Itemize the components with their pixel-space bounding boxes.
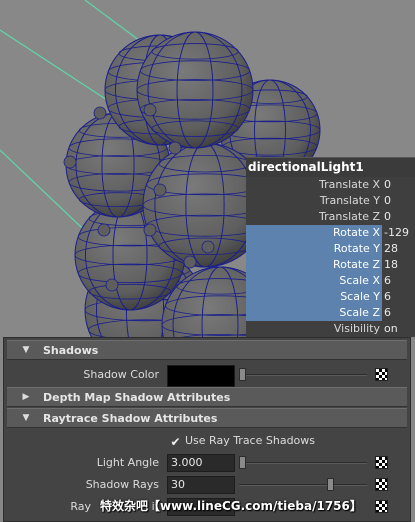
watermark-text: 特效杂吧【www.lineCG.com/tieba/1756】 xyxy=(100,499,362,513)
triangle-right-icon[interactable]: ▶ xyxy=(19,388,33,407)
raytrace-frame-header[interactable]: ▼ Raytrace Shadow Attributes xyxy=(7,408,407,428)
light-angle-label: Light Angle xyxy=(96,456,159,469)
small-sphere xyxy=(183,255,197,269)
depth-map-frame-label: Depth Map Shadow Attributes xyxy=(43,391,231,404)
shadows-frame-header[interactable]: ▼ Shadows xyxy=(7,340,407,360)
channel-box-rows: Translate X 0 Translate Y 0 Translate Z 0 Rota… xyxy=(246,177,415,337)
channel-box: directionalLight1 Translate X 0 Translate … xyxy=(246,157,415,337)
depth-map-frame-header[interactable]: ▶ Depth Map Shadow Attributes xyxy=(7,387,407,407)
shadow-color-slider-handle[interactable] xyxy=(239,368,246,381)
channel-box-title: directionalLight1 xyxy=(246,158,415,177)
channel-value[interactable]: on xyxy=(383,321,415,337)
channel-value[interactable]: 0 xyxy=(383,177,415,193)
channel-value[interactable]: 18 xyxy=(383,257,415,273)
channel-label[interactable]: Rotate Z xyxy=(246,257,382,273)
checker-map-icon[interactable] xyxy=(375,500,388,513)
channel-row-scale-x[interactable]: Scale X6 xyxy=(246,273,415,289)
checker-map-icon[interactable] xyxy=(375,456,388,469)
use-ray-trace-checkbox-wrap[interactable]: ✔ Use Ray Trace Shadows xyxy=(169,433,315,449)
small-sphere xyxy=(63,155,77,169)
small-sphere xyxy=(97,223,111,237)
use-ray-trace-row: ✔ Use Ray Trace Shadows xyxy=(7,430,407,452)
shadow-color-swatch[interactable] xyxy=(167,365,235,387)
attribute-editor-panel: ▼ Shadows Shadow Color ▶ Depth Map Shado… xyxy=(3,337,411,522)
small-sphere xyxy=(201,240,215,254)
small-sphere xyxy=(143,223,157,237)
checker-map-icon[interactable] xyxy=(375,478,388,491)
channel-label[interactable]: Rotate X xyxy=(246,225,382,241)
small-sphere xyxy=(93,106,107,120)
sphere-mesh[interactable] xyxy=(136,31,254,149)
channel-label[interactable]: Scale Z xyxy=(246,305,382,321)
channel-row-rotate-x[interactable]: Rotate X -129 xyxy=(246,225,415,241)
channel-row-rotate-y[interactable]: Rotate Y 28 xyxy=(246,241,415,257)
checker-map-icon[interactable] xyxy=(375,368,388,381)
small-sphere xyxy=(105,278,119,292)
channel-label[interactable]: Translate X xyxy=(246,177,382,193)
channel-label[interactable]: Translate Y xyxy=(246,193,382,209)
ray-depth-limit-label-start: Ray xyxy=(70,500,91,513)
shadow-rays-slider-handle[interactable] xyxy=(327,478,334,491)
channel-row-translate-z[interactable]: Translate Z0 xyxy=(246,209,415,225)
light-angle-slider-handle[interactable] xyxy=(239,456,246,469)
small-sphere xyxy=(168,141,182,155)
light-angle-slider[interactable] xyxy=(239,456,367,469)
shadows-frame-label: Shadows xyxy=(43,344,99,357)
channel-value[interactable]: 28 xyxy=(383,241,415,257)
channel-value[interactable]: 6 xyxy=(383,305,415,321)
channel-value[interactable]: 6 xyxy=(383,273,415,289)
channel-row-rotate-z[interactable]: Rotate Z 18 xyxy=(246,257,415,273)
small-sphere xyxy=(143,103,157,117)
triangle-down-icon[interactable]: ▼ xyxy=(19,341,33,360)
shadow-color-row: Shadow Color xyxy=(7,364,407,387)
channel-row-scale-y[interactable]: Scale Y6 xyxy=(246,289,415,305)
channel-label[interactable]: Translate Z xyxy=(246,209,382,225)
shadow-rays-slider[interactable] xyxy=(239,478,367,491)
channel-value[interactable]: -129 xyxy=(383,225,415,241)
channel-label[interactable]: Scale X xyxy=(246,273,382,289)
shadow-color-slider[interactable] xyxy=(239,368,367,381)
channel-label[interactable]: Visibility xyxy=(246,321,382,337)
channel-value[interactable]: 0 xyxy=(383,193,415,209)
channel-label[interactable]: Scale Y xyxy=(246,289,382,305)
light-angle-row: Light Angle 3.000 xyxy=(7,452,407,474)
channel-row-translate-y[interactable]: Translate Y0 xyxy=(246,193,415,209)
channel-row-translate-x[interactable]: Translate X0 xyxy=(246,177,415,193)
shadow-rays-row: Shadow Rays 30 xyxy=(7,474,407,496)
check-icon[interactable]: ✔ xyxy=(169,436,182,449)
channel-value[interactable]: 6 xyxy=(383,289,415,305)
channel-row-visibility[interactable]: Visibility on xyxy=(246,321,415,337)
light-angle-field[interactable]: 3.000 xyxy=(167,454,235,472)
small-sphere xyxy=(153,183,167,197)
shadow-rays-label: Shadow Rays xyxy=(85,478,159,491)
channel-label[interactable]: Rotate Y xyxy=(246,241,382,257)
shadow-rays-field[interactable]: 30 xyxy=(167,476,235,494)
channel-row-scale-z[interactable]: Scale Z6 xyxy=(246,305,415,321)
raytrace-frame-label: Raytrace Shadow Attributes xyxy=(43,412,218,425)
triangle-down-icon[interactable]: ▼ xyxy=(19,409,33,428)
channel-value[interactable]: 0 xyxy=(383,209,415,225)
shadow-color-label: Shadow Color xyxy=(83,368,159,381)
use-ray-trace-label: Use Ray Trace Shadows xyxy=(185,434,316,447)
